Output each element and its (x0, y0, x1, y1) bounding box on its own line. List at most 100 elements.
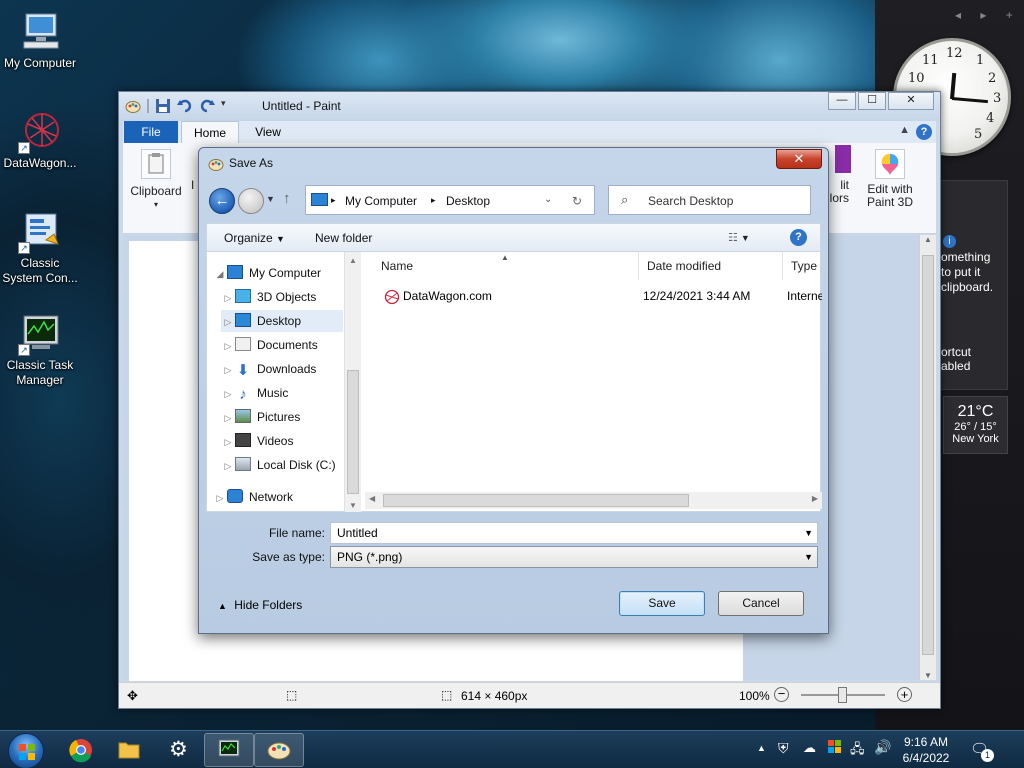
security-shield-icon[interactable]: ⛨ (778, 740, 789, 757)
maximize-button[interactable]: ☐ (858, 92, 886, 110)
scroll-up-icon[interactable]: ▲ (920, 235, 936, 244)
scroll-down-icon[interactable]: ▼ (345, 501, 361, 510)
desktop-icon-classic-system-control[interactable]: ↗ Classic System Con... (0, 210, 80, 286)
help-icon[interactable]: ? (790, 229, 807, 246)
scrollbar-thumb[interactable] (347, 370, 359, 494)
recent-locations-dropdown-icon[interactable]: ▼ (266, 194, 275, 204)
volume-icon[interactable]: 🔊 (874, 739, 891, 756)
cloud-icon[interactable]: ☁ (803, 740, 816, 756)
refresh-icon[interactable]: ↻ (572, 194, 582, 208)
navigation-scrollbar[interactable]: ▲ ▼ (344, 252, 361, 512)
desktop-icon-classic-task-manager[interactable]: ↗ Classic Task Manager (0, 312, 80, 388)
clock-number: 1 (976, 53, 985, 68)
search-box[interactable]: ⌕ Search Desktop (608, 185, 811, 215)
paint-titlebar[interactable]: ▾ Untitled - Paint — ☐ ✕ (119, 92, 940, 121)
file-list-horizontal-scrollbar[interactable]: ◀ ▶ (365, 492, 822, 509)
edit-with-paint3d-button[interactable]: Edit with Paint 3D (859, 149, 921, 209)
scrollbar-thumb[interactable] (383, 494, 689, 507)
undo-icon[interactable] (177, 98, 193, 114)
redo-icon[interactable] (199, 98, 215, 114)
scroll-left-icon[interactable]: ◀ (369, 494, 375, 503)
desktop-icon-datawagon[interactable]: ↗ DataWagon... (0, 110, 80, 171)
expand-icon: ▷ (224, 365, 232, 375)
breadcrumb-desktop[interactable]: Desktop (446, 194, 490, 208)
hide-folders-button[interactable]: ▲ Hide Folders (218, 598, 302, 612)
start-button[interactable] (8, 733, 44, 768)
address-dropdown-icon[interactable]: ⌄ (544, 194, 552, 205)
zoom-out-button[interactable]: − (774, 687, 789, 702)
taskbar-file-explorer[interactable] (104, 733, 154, 767)
zoom-slider-thumb[interactable] (838, 687, 847, 703)
tree-item-local-disk[interactable]: ▷ Local Disk (C:) (221, 454, 336, 476)
show-hidden-icons[interactable]: ▲ (757, 743, 766, 753)
clipboard-group[interactable]: Clipboard ▾ (129, 149, 183, 211)
gadget-notice-line: omething (941, 250, 991, 264)
dialog-title: Save As (229, 156, 274, 170)
minimize-button[interactable]: — (828, 92, 856, 110)
close-button[interactable]: ✕ (888, 92, 934, 110)
column-header-type[interactable]: Type (783, 252, 822, 280)
tab-home[interactable]: Home (181, 121, 239, 143)
tree-item-documents[interactable]: ▷ Documents (221, 334, 318, 356)
clock-tray[interactable]: 9:16 AM 6/4/2022 (900, 734, 952, 766)
tree-item-videos[interactable]: ▷ Videos (221, 430, 293, 452)
file-date-modified: 12/24/2021 3:44 AM (643, 289, 751, 303)
tree-item-pictures[interactable]: ▷ Pictures (221, 406, 300, 428)
dialog-toolbar: Organize ▼ New folder ☷ ▼ ? (206, 223, 821, 252)
taskbar-settings[interactable]: ⚙ (154, 733, 204, 767)
gadget-nav-arrows[interactable]: ◂ ▸ + (955, 8, 1021, 22)
tree-item-3d-objects[interactable]: ▷ 3D Objects (221, 286, 316, 308)
clock-number: 2 (988, 71, 997, 86)
save-as-type-select[interactable]: PNG (*.png) ▼ (330, 546, 818, 568)
column-header-date-modified[interactable]: Date modified (639, 252, 783, 280)
network-icon[interactable]: 🖧 (850, 740, 865, 762)
network-icon (227, 489, 243, 503)
paint-app-icon[interactable] (125, 98, 141, 114)
taskbar-chrome[interactable] (56, 733, 106, 767)
tree-item-my-computer[interactable]: ◢ My Computer (213, 262, 321, 284)
tab-file[interactable]: File (124, 121, 178, 143)
view-options-icon[interactable]: ☷ ▼ (728, 231, 750, 244)
new-folder-button[interactable]: New folder (315, 231, 372, 245)
gadget-notice-line: clipboard. (941, 280, 994, 294)
task-manager-icon (218, 739, 240, 757)
taskbar-task-manager[interactable] (204, 733, 254, 767)
ribbon-collapse-icon[interactable]: ▲ (899, 124, 910, 136)
weather-city: New York (952, 433, 999, 445)
canvas-dimensions: 614 × 460px (461, 689, 528, 703)
forward-button[interactable] (238, 188, 264, 214)
organize-button[interactable]: Organize ▼ (224, 231, 285, 245)
up-arrow-icon[interactable]: ↑ (283, 190, 291, 207)
computer-icon (18, 10, 62, 54)
desktop-icon-my-computer[interactable]: My Computer (0, 10, 80, 71)
save-button[interactable]: Save (619, 591, 705, 616)
file-name-input[interactable]: Untitled ▼ (330, 522, 818, 544)
dialog-close-button[interactable]: ✕ (776, 149, 822, 169)
taskbar-paint[interactable] (254, 733, 304, 767)
zoom-in-button[interactable]: + (897, 687, 912, 702)
tree-item-downloads[interactable]: ▷ ⬇ Downloads (221, 358, 317, 380)
column-header-name[interactable]: Name ▲ (365, 252, 639, 280)
back-button[interactable]: ← (209, 188, 235, 214)
breadcrumb-my-computer[interactable]: My Computer (345, 194, 417, 208)
scrollbar-thumb[interactable] (922, 255, 934, 655)
tree-item-desktop[interactable]: ▷ Desktop (221, 310, 343, 332)
control-panel-icon: ↗ (18, 210, 62, 254)
flag-icon[interactable] (828, 740, 842, 754)
tab-view[interactable]: View (245, 121, 291, 143)
qat-customize-icon[interactable]: ▾ (221, 98, 231, 114)
search-input[interactable]: Search Desktop (648, 194, 733, 208)
help-icon[interactable]: ? (916, 124, 932, 140)
canvas-size-icon: ⬚ (441, 688, 453, 702)
scroll-down-icon[interactable]: ▼ (920, 671, 936, 680)
tree-item-network[interactable]: ▷ Network (213, 486, 293, 508)
scroll-right-icon[interactable]: ▶ (812, 494, 818, 503)
file-row[interactable]: DataWagon.com 12/24/2021 3:44 AM Interne (365, 285, 822, 307)
paste-icon (141, 149, 171, 179)
scroll-up-icon[interactable]: ▲ (345, 256, 361, 265)
canvas-vertical-scrollbar[interactable]: ▲ ▼ (919, 235, 936, 680)
cancel-button[interactable]: Cancel (718, 591, 804, 616)
tree-item-music[interactable]: ▷ ♪ Music (221, 382, 289, 404)
save-icon[interactable] (155, 98, 171, 114)
address-bar[interactable]: ▸ My Computer ▸ Desktop ⌄ ↻ (305, 185, 595, 215)
